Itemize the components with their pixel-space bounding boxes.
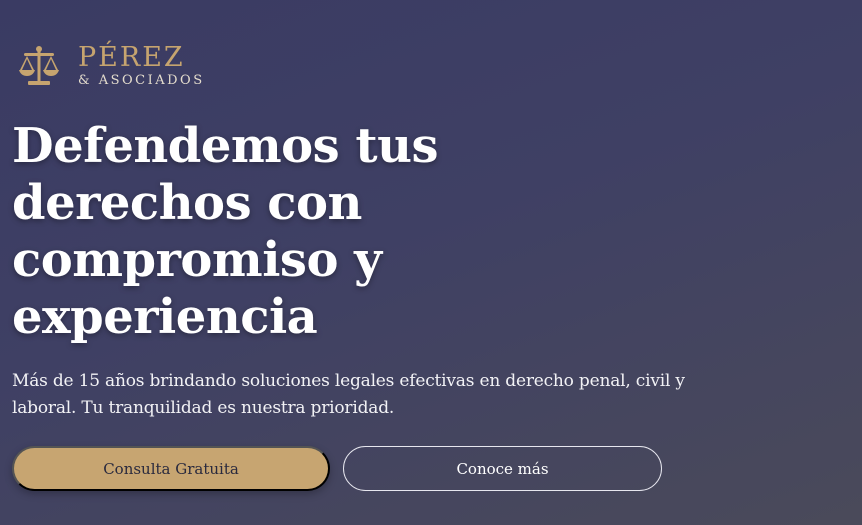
brand-subname: & ASOCIADOS xyxy=(78,72,205,88)
hero-subtitle: Más de 15 años brindando soluciones lega… xyxy=(12,371,685,418)
hero-title-line: derechos con xyxy=(12,175,362,231)
free-consultation-button[interactable]: Consulta Gratuita xyxy=(12,446,330,491)
learn-more-button[interactable]: Conoce más xyxy=(343,446,662,491)
hero-title: Defendemos tus derechos con compromiso y… xyxy=(12,118,532,346)
hero-title-line: compromiso y xyxy=(12,232,382,288)
brand-logo[interactable]: PÉREZ & ASOCIADOS xyxy=(16,42,205,88)
hero-title-line: Defendemos tus xyxy=(12,118,438,174)
brand-name: PÉREZ xyxy=(78,41,185,73)
hero-title-line: experiencia xyxy=(12,289,318,345)
brand-text: PÉREZ & ASOCIADOS xyxy=(78,44,205,87)
scales-of-justice-icon xyxy=(19,46,59,85)
